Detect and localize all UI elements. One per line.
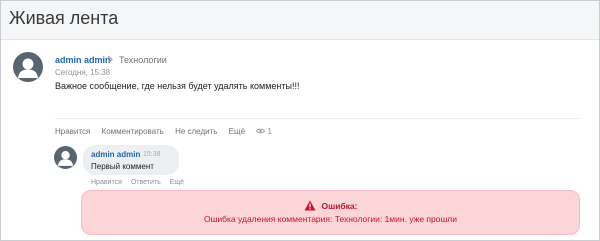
error-title: Ошибка: [321,201,358,211]
post-text: Важное сообщение, где нельзя будет удаля… [55,81,300,91]
post-actions: Нравится Комментировать Не следить Ещё 1 [55,127,272,136]
post-divider [55,118,581,119]
error-header: Ошибка: [82,200,579,211]
page-header: Живая лента [1,1,599,40]
post-author-avatar[interactable] [13,52,43,82]
post-comment-link[interactable]: Комментировать [102,127,164,136]
comment-text: Первый коммент [91,162,154,171]
page-title: Живая лента [9,8,119,28]
post-like-link[interactable]: Нравится [55,127,90,136]
error-message: Ошибка удаления комментария: Технологии:… [203,214,458,224]
post-views-count: 1 [267,127,272,136]
post-date[interactable]: Сегодня, 15:38 [55,68,110,77]
comment-author-avatar[interactable] [54,146,77,169]
comment-like-link[interactable]: Нравится [91,179,122,186]
post-views[interactable]: 1 [256,127,272,136]
chevron-right-icon [107,55,113,66]
post-more-link[interactable]: Ещё [229,127,245,136]
warning-icon [304,200,315,211]
post-unfollow-link[interactable]: Не следить [175,127,217,136]
post-group-link[interactable]: Технологии [119,55,167,65]
comment-actions: Нравится Ответить Ещё [91,179,191,186]
comment-reply-link[interactable]: Ответить [131,179,161,186]
comment-author-link[interactable]: admin admin [91,150,140,159]
comment-more-link[interactable]: Ещё [170,179,184,186]
comment-bubble: admin admin 15:38 Первый коммент [83,145,179,175]
eye-icon [256,128,266,134]
error-notification: Ошибка: Ошибка удаления комментария: Тех… [81,190,580,235]
post-author-link[interactable]: admin admin [55,55,111,65]
live-feed-window: Живая лента admin admin Технологии Сегод… [0,0,600,241]
comment-time[interactable]: 15:38 [143,151,161,158]
